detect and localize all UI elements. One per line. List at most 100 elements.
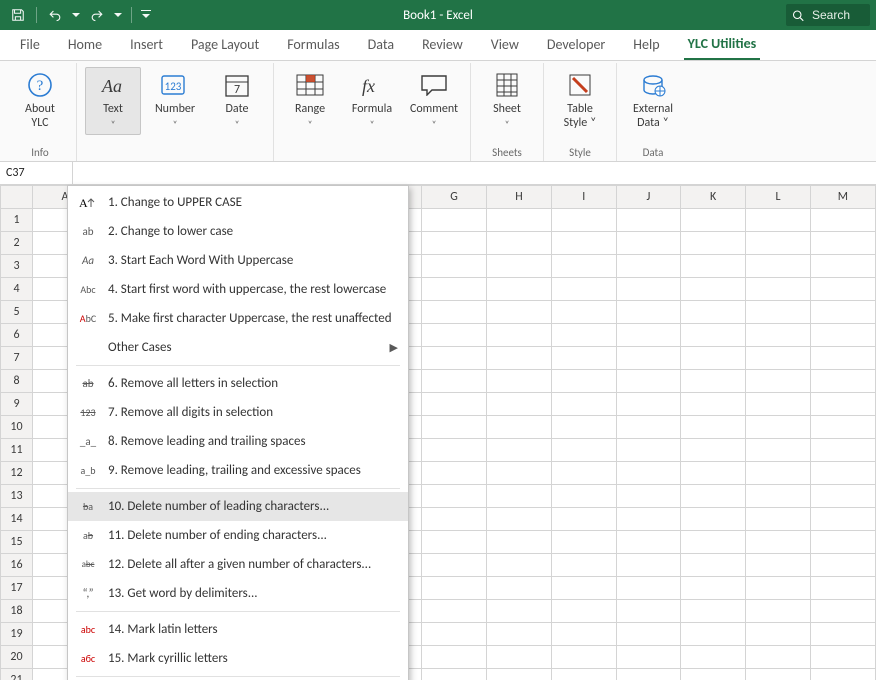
tab-file[interactable]: File [16,30,44,60]
row-header[interactable]: 2 [1,232,33,255]
cell[interactable] [681,278,746,301]
undo-dropdown[interactable] [71,5,81,25]
search-box[interactable] [786,4,870,26]
cell[interactable] [487,462,552,485]
cell[interactable] [616,462,681,485]
cell[interactable] [810,623,875,646]
cell[interactable] [487,646,552,669]
tab-formulas[interactable]: Formulas [283,30,343,60]
cell[interactable] [746,462,811,485]
cell[interactable] [487,324,552,347]
cell[interactable] [810,301,875,324]
cell[interactable] [551,669,616,680]
cell[interactable] [746,600,811,623]
cell[interactable] [551,554,616,577]
cell[interactable] [422,623,487,646]
cell[interactable] [422,508,487,531]
menu-item[interactable]: 1237. Remove all digits in selection [68,398,408,427]
cell[interactable] [681,623,746,646]
row-header[interactable]: 18 [1,600,33,623]
cell[interactable] [487,232,552,255]
cell[interactable] [746,577,811,600]
tab-data[interactable]: Data [364,30,398,60]
ribbon-about-button[interactable]: ?AboutYLC [12,67,68,133]
row-header[interactable]: 11 [1,439,33,462]
ribbon-formula-button[interactable]: fxFormula˅ [344,67,400,135]
cell[interactable] [681,646,746,669]
row-header[interactable]: 4 [1,278,33,301]
cell[interactable] [681,324,746,347]
cell[interactable] [422,416,487,439]
cell[interactable] [551,462,616,485]
row-header[interactable]: 1 [1,209,33,232]
row-header[interactable]: 6 [1,324,33,347]
menu-item[interactable]: ab2. Change to lower case [68,217,408,246]
menu-item[interactable]: _a_8. Remove leading and trailing spaces [68,427,408,456]
cell[interactable] [681,554,746,577]
cell[interactable] [746,439,811,462]
row-header[interactable]: 12 [1,462,33,485]
tab-view[interactable]: View [487,30,523,60]
menu-item[interactable]: AbC5. Make first character Uppercase, th… [68,304,408,333]
cell[interactable] [810,209,875,232]
row-header[interactable]: 5 [1,301,33,324]
col-header[interactable]: L [746,186,811,209]
tab-page-layout[interactable]: Page Layout [187,30,263,60]
cell[interactable] [746,324,811,347]
cell[interactable] [616,600,681,623]
cell[interactable] [422,232,487,255]
cell[interactable] [616,209,681,232]
tab-help[interactable]: Help [629,30,663,60]
cell[interactable] [422,531,487,554]
cell[interactable] [551,209,616,232]
cell[interactable] [810,669,875,680]
cell[interactable] [551,600,616,623]
cell[interactable] [551,416,616,439]
menu-item[interactable]: абс15. Mark cyrillic letters [68,644,408,673]
menu-item[interactable]: ab6. Remove all letters in selection [68,369,408,398]
cell[interactable] [422,669,487,680]
cell[interactable] [551,278,616,301]
cell[interactable] [681,301,746,324]
ribbon-table-button[interactable]: TableStyle ˅ [552,67,608,133]
cell[interactable] [422,439,487,462]
redo-dropdown[interactable] [113,5,123,25]
cell[interactable] [487,439,552,462]
cell[interactable] [551,324,616,347]
cell[interactable] [810,278,875,301]
row-header[interactable]: 8 [1,370,33,393]
cell[interactable] [810,347,875,370]
cell[interactable] [681,439,746,462]
row-header[interactable]: 17 [1,577,33,600]
menu-item[interactable]: Other Cases▶ [68,333,408,362]
cell[interactable] [810,600,875,623]
tab-home[interactable]: Home [64,30,106,60]
cell[interactable] [487,485,552,508]
cell[interactable] [616,370,681,393]
cell[interactable] [746,370,811,393]
cell[interactable] [681,669,746,680]
row-header[interactable]: 16 [1,554,33,577]
cell[interactable] [810,577,875,600]
cell[interactable] [487,508,552,531]
cell[interactable] [616,508,681,531]
menu-item[interactable]: abc12. Delete all after a given number o… [68,550,408,579]
cell[interactable] [422,554,487,577]
ribbon-text-button[interactable]: AaText˅ [85,67,141,135]
cell[interactable] [422,255,487,278]
col-header[interactable]: G [422,186,487,209]
ribbon-sheet-button[interactable]: Sheet˅ [479,67,535,135]
cell[interactable] [487,255,552,278]
cell[interactable] [551,646,616,669]
cell[interactable] [551,485,616,508]
cell[interactable] [616,324,681,347]
cell[interactable] [422,600,487,623]
cell[interactable] [746,278,811,301]
cell[interactable] [810,485,875,508]
cell[interactable] [616,416,681,439]
cell[interactable] [422,485,487,508]
menu-item[interactable]: abc14. Mark latin letters [68,615,408,644]
cell[interactable] [810,646,875,669]
cell[interactable] [422,577,487,600]
cell[interactable] [681,347,746,370]
